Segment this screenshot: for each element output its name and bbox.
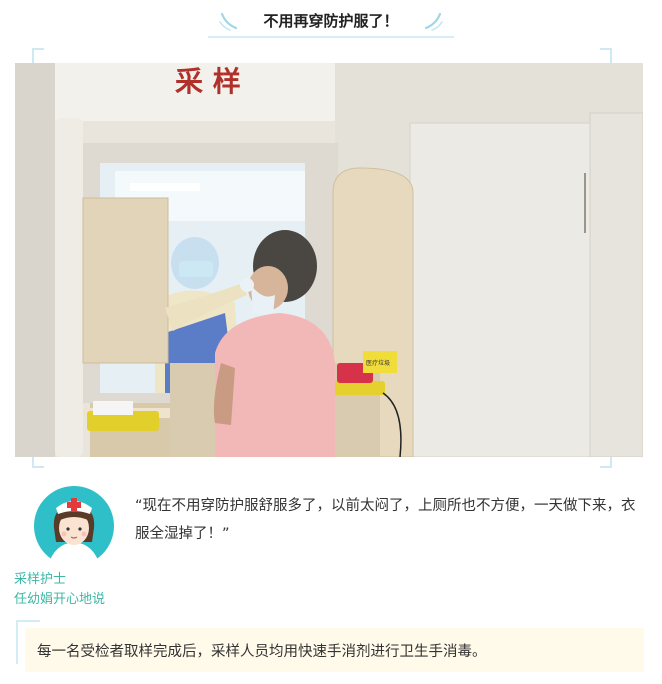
speaker-info: 采样护士 任幼娟开心地说: [14, 570, 105, 610]
quote-text: “现在不用穿防护服舒服多了，以前太闷了，上厕所也不方便，一天做下来，衣服全湿掉了…: [135, 498, 636, 542]
nurse-avatar-icon: [34, 486, 114, 566]
section-title: 不用再穿防护服了！: [0, 6, 662, 38]
bin-label: 医疗垃圾: [366, 359, 390, 367]
splash-right-icon: [424, 12, 443, 31]
speaker-role: 采样护士: [14, 572, 67, 587]
quote-section: 采样护士 任幼娟开心地说 “现在不用穿防护服舒服多了，以前太闷了，上厕所也不方便…: [0, 480, 662, 610]
note-text: 每一名受检者取样完成后，采样人员均用快速手消剂进行卫生手消毒。: [37, 644, 487, 660]
note-box: 每一名受检者取样完成后，采样人员均用快速手消剂进行卫生手消毒。: [25, 628, 644, 672]
sign-text: 采 样: [175, 65, 241, 98]
page-title: 不用再穿防护服了！: [263, 12, 399, 30]
sampling-photo: 采 样 医疗垃圾: [15, 63, 643, 457]
speaker-name: 任幼娟开心地说: [14, 592, 106, 607]
title-underline: [208, 36, 454, 38]
